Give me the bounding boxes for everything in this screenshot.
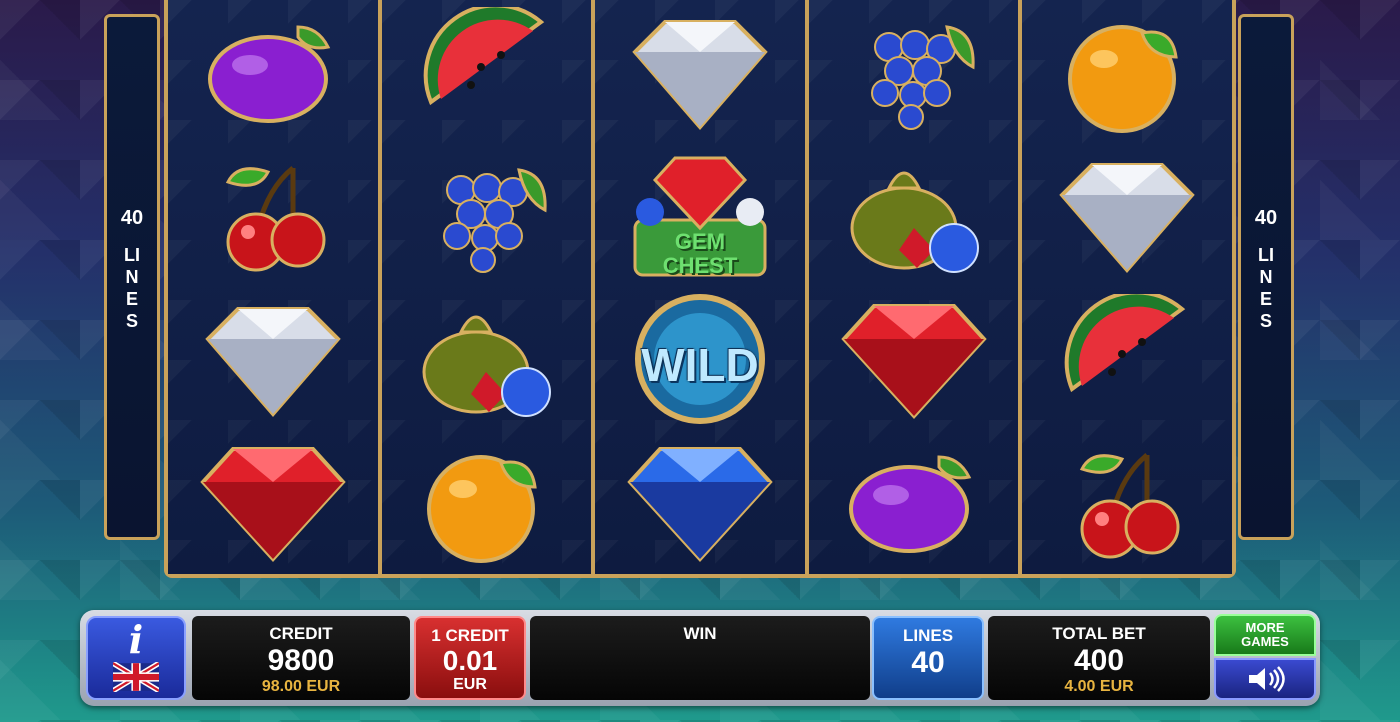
lines-label: LINES xyxy=(1258,245,1274,331)
lines-label: LINES xyxy=(124,245,140,331)
white-diamond-icon xyxy=(188,294,358,424)
money-bag-icon xyxy=(401,294,571,424)
speaker-icon xyxy=(1249,666,1285,692)
credit-display: CREDIT 9800 98.00 EUR xyxy=(192,616,410,700)
orange-icon xyxy=(1042,7,1212,137)
lines-indicator-left: 40 LINES xyxy=(104,14,160,540)
total-bet-value: 400 xyxy=(1073,644,1125,677)
red-gem-icon xyxy=(188,437,358,567)
total-bet-display: TOTAL BET 400 4.00 EUR xyxy=(988,616,1210,700)
reel-3: GEM CHEST WILD xyxy=(595,0,805,574)
info-icon: i xyxy=(128,617,144,662)
gem-chest-label: GEM CHEST xyxy=(662,229,738,279)
red-gem-icon xyxy=(829,294,999,424)
orange-icon xyxy=(401,437,571,567)
total-bet-money: 4.00 EUR xyxy=(1064,678,1134,695)
reels-frame: GEM CHEST WILD xyxy=(164,0,1236,578)
white-diamond-icon xyxy=(1042,150,1212,280)
plum-icon xyxy=(829,437,999,567)
grapes-icon xyxy=(401,150,571,280)
lines-button-value: 40 xyxy=(911,646,945,679)
denomination-button[interactable]: 1 CREDIT 0.01 EUR xyxy=(414,616,526,700)
reel-4 xyxy=(808,0,1019,574)
plum-icon xyxy=(188,7,358,137)
white-diamond-icon xyxy=(615,7,785,137)
credit-money: 98.00 EUR xyxy=(261,678,341,695)
grapes-icon xyxy=(829,7,999,137)
more-games-line2: GAMES xyxy=(1241,634,1289,649)
lines-count: 40 xyxy=(1254,207,1278,229)
control-bar: i CREDIT 9800 98.00 EUR 1 CREDIT 0.01 EU… xyxy=(80,610,1320,706)
watermelon-icon xyxy=(1042,293,1212,424)
credit-label: CREDIT xyxy=(269,624,333,643)
denomination-value: 0.01 xyxy=(442,645,498,676)
blue-diamond-icon xyxy=(615,437,785,567)
wild-label: WILD xyxy=(641,338,759,391)
reel-5 xyxy=(1022,0,1232,574)
total-bet-label: TOTAL BET xyxy=(1052,624,1146,643)
lines-indicator-right: 40 LINES xyxy=(1238,14,1294,540)
uk-flag-icon[interactable] xyxy=(111,660,161,694)
win-display: WIN xyxy=(530,616,870,700)
lines-count: 40 xyxy=(120,207,144,229)
more-games-button[interactable]: MORE GAMES xyxy=(1214,614,1316,656)
cherries-icon xyxy=(188,150,358,280)
cherries-icon xyxy=(1042,437,1212,567)
denomination-label: 1 CREDIT xyxy=(431,626,509,645)
reel-2 xyxy=(381,0,592,574)
money-bag-icon xyxy=(829,150,999,280)
lines-button-label: LINES xyxy=(902,626,954,645)
reel-1 xyxy=(168,0,378,574)
gem-chest-icon: GEM CHEST xyxy=(615,150,785,280)
info-button[interactable]: i xyxy=(86,616,186,700)
sound-button[interactable] xyxy=(1214,658,1316,700)
win-label: WIN xyxy=(683,624,717,643)
denomination-currency: EUR xyxy=(453,676,487,693)
lines-button[interactable]: LINES 40 xyxy=(872,616,984,700)
watermelon-icon xyxy=(401,6,571,137)
more-games-line1: MORE xyxy=(1245,620,1285,635)
credit-value: 9800 xyxy=(267,644,335,677)
wild-icon: WILD xyxy=(615,293,785,424)
